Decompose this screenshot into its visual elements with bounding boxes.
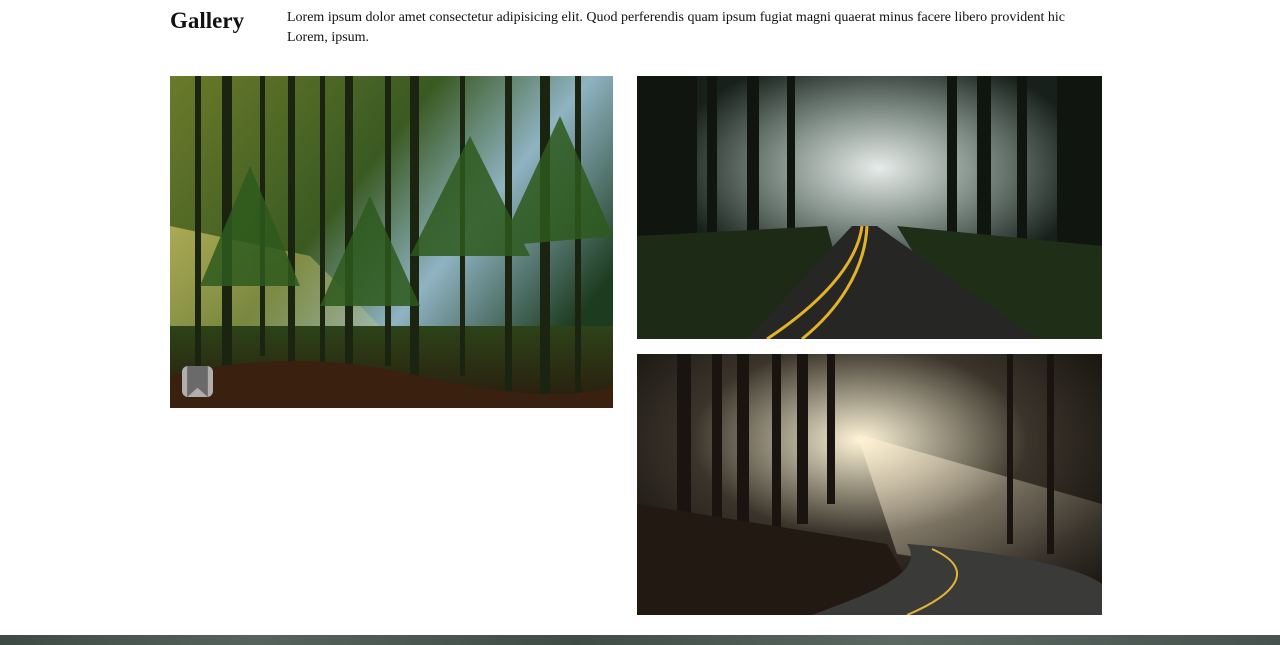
footer-image-strip <box>0 635 1280 645</box>
bookmark-button[interactable] <box>182 366 213 397</box>
photo-forest-sunlight[interactable] <box>170 76 613 408</box>
photo-winding-road-sunbeams[interactable] <box>637 354 1102 615</box>
gallery-page: Gallery Lorem ipsum dolor amet consectet… <box>0 0 1280 645</box>
gallery-header: Gallery Lorem ipsum dolor amet consectet… <box>170 6 1110 48</box>
page-title: Gallery <box>170 8 245 33</box>
bookmark-icon <box>187 366 208 397</box>
gallery-description: Lorem ipsum dolor amet consectetur adipi… <box>287 10 1065 45</box>
photo-misty-road[interactable] <box>637 76 1102 339</box>
